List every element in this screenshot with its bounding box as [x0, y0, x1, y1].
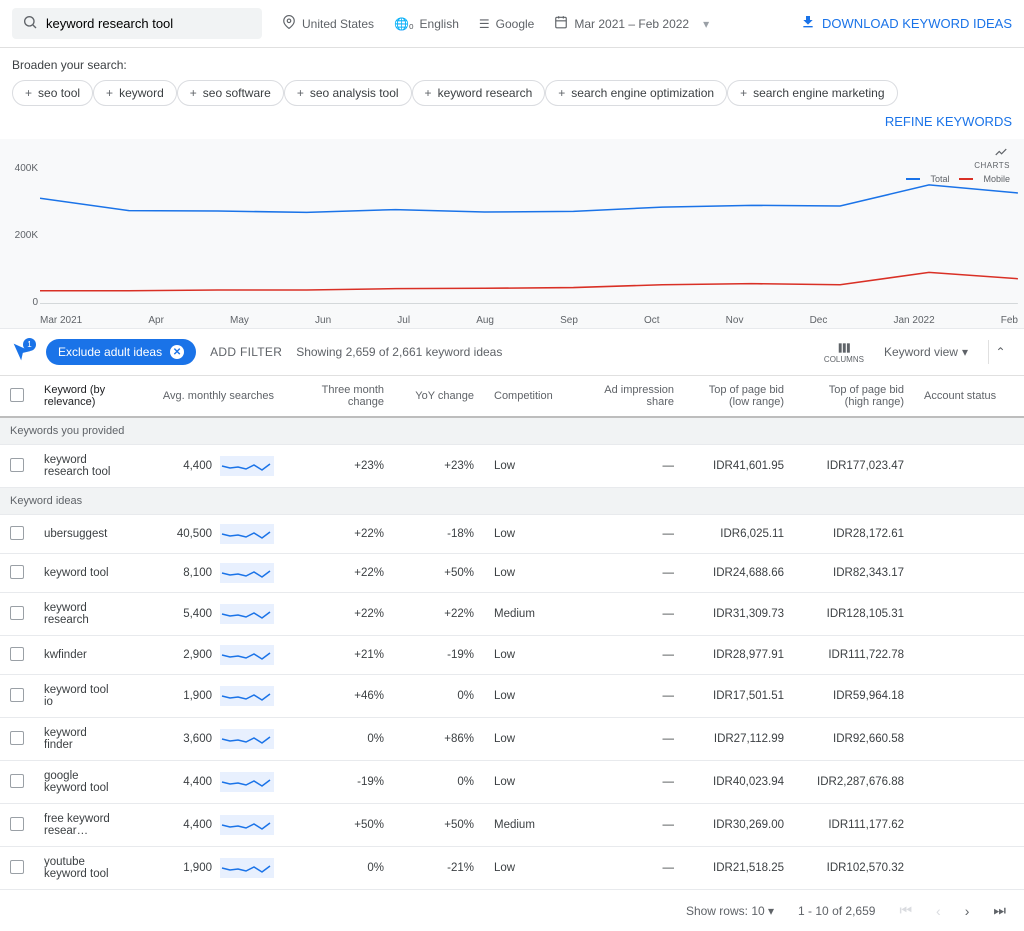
idea-row[interactable]: keyword finder3,6000%+86%Low—IDR27,112.9…: [0, 718, 1024, 761]
language-selector[interactable]: 🌐ₒ English: [394, 17, 459, 31]
sparkline: [220, 729, 274, 749]
idea-row[interactable]: free keyword resear…4,400+50%+50%Medium—…: [0, 804, 1024, 847]
add-filter-button[interactable]: ADD FILTER: [210, 345, 282, 359]
broaden-chip[interactable]: +keyword: [93, 80, 177, 106]
broaden-chip[interactable]: +seo analysis tool: [284, 80, 412, 106]
idea-row[interactable]: ubersuggest40,500+22%-18%Low—IDR6,025.11…: [0, 515, 1024, 554]
search-input-wrap[interactable]: [12, 8, 262, 39]
chevron-down-icon: ▾: [962, 345, 968, 359]
provided-row[interactable]: keyword research tool4,400+23%+23%Low—ID…: [0, 445, 1024, 488]
idea-row[interactable]: keyword tool io1,900+46%0%Low—IDR17,501.…: [0, 675, 1024, 718]
idea-row[interactable]: google keyword tool4,400-19%0%Low—IDR40,…: [0, 761, 1024, 804]
col-comp[interactable]: Competition: [484, 376, 574, 417]
location-icon: [282, 15, 296, 32]
section-ideas: Keyword ideas: [0, 488, 1024, 515]
row-checkbox[interactable]: [10, 817, 24, 831]
language-icon: 🌐ₒ: [394, 17, 413, 31]
col-avg[interactable]: Avg. monthly searches: [124, 376, 284, 417]
keyword-view-dropdown[interactable]: Keyword view ▾: [884, 345, 968, 359]
row-checkbox[interactable]: [10, 731, 24, 745]
network-icon: ☰: [479, 17, 490, 31]
columns-button[interactable]: COLUMNS: [824, 341, 864, 364]
plus-icon: +: [558, 86, 565, 100]
plus-icon: +: [425, 86, 432, 100]
close-icon[interactable]: ✕: [170, 345, 184, 359]
calendar-icon: [554, 15, 568, 32]
notification-icon[interactable]: 1: [12, 342, 32, 362]
show-rows-label: Show rows:: [686, 904, 748, 918]
section-provided: Keywords you provided: [0, 417, 1024, 445]
date-range-selector[interactable]: Mar 2021 – Feb 2022 ▾: [554, 15, 709, 32]
first-page-icon[interactable]: ⏮: [899, 902, 912, 919]
select-all-checkbox[interactable]: [10, 388, 24, 402]
search-icon: [22, 14, 38, 33]
network-selector[interactable]: ☰ Google: [479, 17, 534, 31]
next-page-icon[interactable]: ›: [965, 903, 970, 919]
trend-chart: CHARTS Total Mobile 400K200K0 Mar 2021Ap…: [0, 139, 1024, 329]
sparkline: [220, 645, 274, 665]
location-text: United States: [302, 17, 374, 31]
col-ais[interactable]: Ad impression share: [574, 376, 684, 417]
sparkline: [220, 524, 274, 544]
broaden-chip[interactable]: +seo software: [177, 80, 284, 106]
row-checkbox[interactable]: [10, 458, 24, 472]
download-button[interactable]: DOWNLOAD KEYWORD IDEAS: [800, 14, 1012, 33]
broaden-chip[interactable]: +seo tool: [12, 80, 93, 106]
col-keyword[interactable]: Keyword (by relevance): [34, 376, 124, 417]
page-range: 1 - 10 of 2,659: [798, 904, 875, 918]
download-label: DOWNLOAD KEYWORD IDEAS: [822, 16, 1012, 31]
chart-type-icon[interactable]: [992, 151, 1010, 161]
search-input[interactable]: [46, 16, 252, 31]
broaden-label: Broaden your search:: [12, 58, 127, 72]
rows-per-page-select[interactable]: 10 ▾: [751, 904, 774, 918]
plus-icon: +: [106, 86, 113, 100]
plus-icon: +: [740, 86, 747, 100]
exclude-adult-pill[interactable]: Exclude adult ideas ✕: [46, 339, 196, 365]
row-checkbox[interactable]: [10, 647, 24, 661]
sparkline: [220, 604, 274, 624]
idea-row[interactable]: keyword research5,400+22%+22%Medium—IDR3…: [0, 593, 1024, 636]
col-tmc[interactable]: Three month change: [284, 376, 394, 417]
row-checkbox[interactable]: [10, 526, 24, 540]
idea-row[interactable]: keyword tool8,100+22%+50%Low—IDR24,688.6…: [0, 554, 1024, 593]
date-range-text: Mar 2021 – Feb 2022: [574, 17, 689, 31]
plus-icon: +: [190, 86, 197, 100]
chevron-down-icon: ▾: [703, 17, 709, 31]
broaden-chip[interactable]: +keyword research: [412, 80, 546, 106]
plus-icon: +: [297, 86, 304, 100]
download-icon: [800, 14, 816, 33]
row-checkbox[interactable]: [10, 688, 24, 702]
row-checkbox[interactable]: [10, 606, 24, 620]
prev-page-icon[interactable]: ‹: [936, 903, 941, 919]
sparkline: [220, 456, 274, 476]
broaden-chip[interactable]: +search engine optimization: [545, 80, 727, 106]
columns-label: COLUMNS: [824, 355, 864, 364]
sparkline: [220, 563, 274, 583]
network-text: Google: [496, 17, 535, 31]
collapse-icon[interactable]: ⌃: [988, 340, 1012, 364]
col-bidhigh[interactable]: Top of page bid (high range): [794, 376, 914, 417]
sparkline: [220, 686, 274, 706]
broaden-chip[interactable]: +search engine marketing: [727, 80, 897, 106]
row-checkbox[interactable]: [10, 860, 24, 874]
plus-icon: +: [25, 86, 32, 100]
col-acct[interactable]: Account status: [914, 376, 1024, 417]
row-checkbox[interactable]: [10, 774, 24, 788]
sparkline: [220, 858, 274, 878]
refine-keywords-button[interactable]: REFINE KEYWORDS: [885, 114, 1012, 129]
exclude-label: Exclude adult ideas: [58, 345, 162, 359]
row-checkbox[interactable]: [10, 565, 24, 579]
sparkline: [220, 772, 274, 792]
idea-row[interactable]: kwfinder2,900+21%-19%Low—IDR28,977.91IDR…: [0, 636, 1024, 675]
view-label: Keyword view: [884, 345, 958, 359]
location-selector[interactable]: United States: [282, 15, 374, 32]
sparkline: [220, 815, 274, 835]
language-text: English: [420, 17, 459, 31]
last-page-icon[interactable]: ⏭: [993, 902, 1006, 919]
idea-row[interactable]: youtube keyword tool1,9000%-21%Low—IDR21…: [0, 847, 1024, 890]
col-yoy[interactable]: YoY change: [394, 376, 484, 417]
col-bidlow[interactable]: Top of page bid (low range): [684, 376, 794, 417]
showing-text: Showing 2,659 of 2,661 keyword ideas: [296, 345, 502, 359]
